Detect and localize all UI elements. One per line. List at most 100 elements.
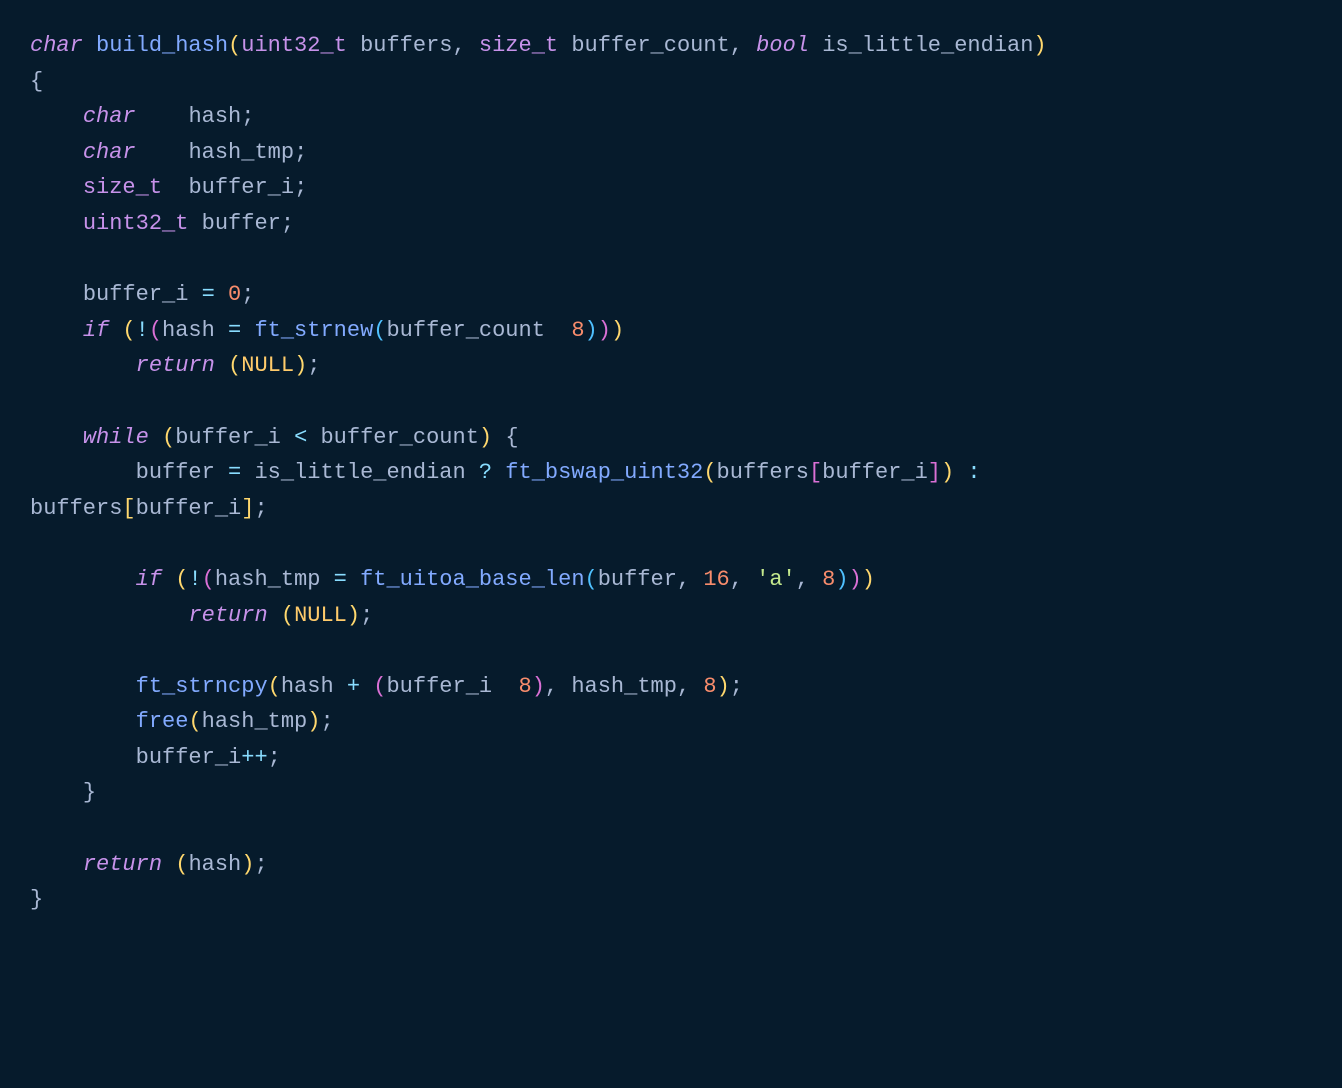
semi: ; bbox=[254, 496, 267, 521]
id-buffer-count: buffer_count bbox=[571, 33, 729, 58]
paren-close: ) bbox=[941, 460, 954, 485]
num-16: 16 bbox=[703, 567, 729, 592]
fn-ft-bswap-uint32: ft_bswap_uint32 bbox=[505, 460, 703, 485]
op-colon: : bbox=[967, 460, 980, 485]
paren-open: ( bbox=[122, 318, 135, 343]
id-buffer-count: buffer_count bbox=[320, 425, 478, 450]
type-bool: bool bbox=[756, 33, 809, 58]
id-buffers: buffers bbox=[717, 460, 809, 485]
semi: ; bbox=[254, 852, 267, 877]
paren-open: ( bbox=[162, 425, 175, 450]
num-8: 8 bbox=[519, 674, 532, 699]
semi: ; bbox=[281, 211, 294, 236]
id-buffer-i: buffer_i bbox=[136, 496, 242, 521]
semi: ; bbox=[241, 104, 254, 129]
paren-open: ( bbox=[202, 567, 215, 592]
bracket-open: [ bbox=[809, 460, 822, 485]
op-eq: = bbox=[228, 318, 241, 343]
paren-close: ) bbox=[347, 603, 360, 628]
semi: ; bbox=[268, 745, 281, 770]
paren-close: ) bbox=[585, 318, 598, 343]
comma: , bbox=[677, 567, 690, 592]
id-buffer-i: buffer_i bbox=[175, 425, 281, 450]
id-buffer-i: buffer_i bbox=[136, 745, 242, 770]
fn-ft-strnew: ft_strnew bbox=[254, 318, 373, 343]
op-qmark: ? bbox=[479, 460, 492, 485]
paren-open: ( bbox=[373, 318, 386, 343]
paren-open: ( bbox=[373, 674, 386, 699]
brace-open: { bbox=[505, 425, 518, 450]
semi: ; bbox=[241, 282, 254, 307]
bracket-close: ] bbox=[241, 496, 254, 521]
brace-close: } bbox=[83, 780, 96, 805]
paren-open: ( bbox=[228, 33, 241, 58]
id-hash: hash bbox=[188, 852, 241, 877]
paren-open: ( bbox=[268, 674, 281, 699]
keyword-return: return bbox=[83, 852, 162, 877]
comma: , bbox=[545, 674, 558, 699]
comma: , bbox=[453, 33, 466, 58]
type-size: size_t bbox=[83, 175, 162, 200]
id-hash-tmp: hash_tmp bbox=[571, 674, 677, 699]
op-eq: = bbox=[202, 282, 215, 307]
paren-close: ) bbox=[1033, 33, 1046, 58]
comma: , bbox=[677, 674, 690, 699]
fn-ft-uitoa-base-len: ft_uitoa_base_len bbox=[360, 567, 584, 592]
keyword-char: char bbox=[83, 104, 136, 129]
semi: ; bbox=[320, 709, 333, 734]
paren-close: ) bbox=[611, 318, 624, 343]
keyword-if: if bbox=[136, 567, 162, 592]
paren-open: ( bbox=[175, 852, 188, 877]
id-is-little-endian: is_little_endian bbox=[822, 33, 1033, 58]
paren-open: ( bbox=[175, 567, 188, 592]
paren-close: ) bbox=[241, 852, 254, 877]
comma: , bbox=[796, 567, 809, 592]
code-block: char build_hash(uint32_t buffers, size_t… bbox=[0, 0, 1342, 946]
id-buffer-count: buffer_count bbox=[386, 318, 544, 343]
const-null: NULL bbox=[241, 353, 294, 378]
id-hash: hash bbox=[162, 318, 215, 343]
type-size: size_t bbox=[479, 33, 558, 58]
paren-open: ( bbox=[149, 318, 162, 343]
paren-close: ) bbox=[717, 674, 730, 699]
keyword-char: char bbox=[30, 33, 83, 58]
paren-close: ) bbox=[532, 674, 545, 699]
op-plus: + bbox=[347, 674, 360, 699]
num-0: 0 bbox=[228, 282, 241, 307]
op-lt: < bbox=[294, 425, 307, 450]
keyword-return: return bbox=[136, 353, 215, 378]
semi: ; bbox=[294, 175, 307, 200]
type-uint32: uint32_t bbox=[241, 33, 347, 58]
id-hash-tmp: hash_tmp bbox=[188, 140, 294, 165]
id-hash-tmp: hash_tmp bbox=[215, 567, 321, 592]
id-hash-tmp: hash_tmp bbox=[202, 709, 308, 734]
paren-open: ( bbox=[188, 709, 201, 734]
keyword-while: while bbox=[83, 425, 149, 450]
keyword-if: if bbox=[83, 318, 109, 343]
id-buffers: buffers bbox=[360, 33, 452, 58]
id-hash: hash bbox=[188, 104, 241, 129]
paren-close: ) bbox=[307, 709, 320, 734]
id-buffer-i: buffer_i bbox=[83, 282, 189, 307]
id-buffer-i: buffer_i bbox=[188, 175, 294, 200]
fn-build-hash: build_hash bbox=[96, 33, 228, 58]
paren-close: ) bbox=[849, 567, 862, 592]
semi: ; bbox=[360, 603, 373, 628]
id-buffer: buffer bbox=[136, 460, 215, 485]
brace-open: { bbox=[30, 69, 43, 94]
op-not: ! bbox=[188, 567, 201, 592]
paren-close: ) bbox=[835, 567, 848, 592]
paren-close: ) bbox=[479, 425, 492, 450]
id-buffers: buffers bbox=[30, 496, 122, 521]
num-8: 8 bbox=[703, 674, 716, 699]
fn-free: free bbox=[136, 709, 189, 734]
op-not: ! bbox=[136, 318, 149, 343]
id-is-little-endian: is_little_endian bbox=[254, 460, 465, 485]
semi: ; bbox=[730, 674, 743, 699]
id-buffer-i: buffer_i bbox=[822, 460, 928, 485]
paren-open: ( bbox=[585, 567, 598, 592]
type-uint32: uint32_t bbox=[83, 211, 189, 236]
paren-close: ) bbox=[598, 318, 611, 343]
bracket-close: ] bbox=[928, 460, 941, 485]
brace-close: } bbox=[30, 887, 43, 912]
